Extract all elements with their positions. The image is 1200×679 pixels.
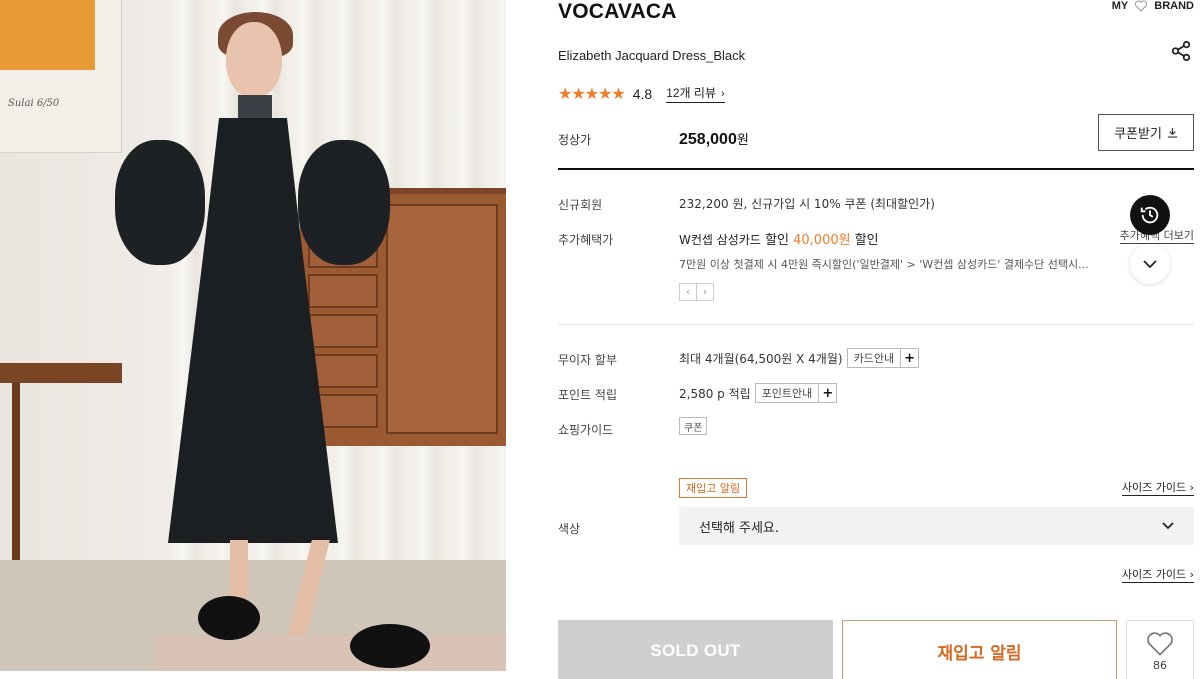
restock-alert-tag: 재입고 알림 xyxy=(679,478,748,498)
prev-arrow-icon[interactable]: ‹ xyxy=(679,283,697,301)
price-value: 258,000원 xyxy=(679,131,749,148)
download-icon xyxy=(1167,127,1178,138)
point-value: 2,580 p 적립 xyxy=(679,386,751,401)
new-member-value: 232,200 원, 신규가입 시 10% 쿠폰 (최대할인가) xyxy=(679,197,935,211)
new-member-label: 신규회원 xyxy=(558,198,603,212)
coupon-download-button[interactable]: 쿠폰받기 xyxy=(1098,114,1194,151)
star-rating-icon: ★★★★★ xyxy=(558,84,626,103)
plus-icon: + xyxy=(818,384,836,402)
rating-row: ★★★★★ 4.8 12개 리뷰 › xyxy=(558,84,725,103)
benefit-description: 7만원 이상 첫결제 시 4만원 즉시할인('일반결제' > 'W컨셉 삼성카드… xyxy=(679,258,1089,271)
size-guide-link[interactable]: 사이즈 가이드 › xyxy=(1121,479,1194,496)
shopping-guide-label: 쇼핑가이드 xyxy=(558,423,614,437)
sold-out-button[interactable]: SOLD OUT xyxy=(558,620,833,679)
color-select-value: 선택해 주세요. xyxy=(699,520,780,536)
review-count: 12개 리뷰 xyxy=(666,86,716,100)
heart-outline-icon xyxy=(1135,0,1148,12)
scroll-down-button[interactable] xyxy=(1130,244,1170,284)
share-icon[interactable] xyxy=(1170,40,1192,62)
divider xyxy=(558,168,1194,170)
card-guide-button[interactable]: 카드안내 + xyxy=(846,348,920,368)
extra-benefit-value: W컨셉 삼성카드 할인 40,000원 할인 xyxy=(679,233,879,248)
my-brand-link[interactable]: MY BRAND xyxy=(1112,0,1194,12)
point-row: 2,580 p 적립 포인트안내 + xyxy=(679,383,838,403)
review-link[interactable]: 12개 리뷰 › xyxy=(666,84,725,103)
chevron-down-icon xyxy=(1143,260,1157,269)
extra-benefit-label: 추가혜택가 xyxy=(558,233,614,247)
like-button[interactable]: 86 xyxy=(1126,620,1194,679)
brand-label: BRAND xyxy=(1154,0,1194,12)
plus-icon: + xyxy=(900,349,918,367)
brand-name[interactable]: VOCAVACA xyxy=(558,0,677,24)
wall-artwork: Sulai 6/50 xyxy=(0,0,122,153)
chevron-right-icon: › xyxy=(721,88,725,100)
recent-history-button[interactable] xyxy=(1130,195,1170,235)
next-arrow-icon[interactable]: › xyxy=(696,283,714,301)
installment-label: 무이자 할부 xyxy=(558,353,618,367)
my-label: MY xyxy=(1111,0,1129,12)
installment-value: 최대 4개월(64,500원 X 4개월) xyxy=(679,351,843,366)
restock-alert-button[interactable]: 재입고 알림 xyxy=(842,620,1117,679)
like-count: 86 xyxy=(1153,658,1167,672)
history-clock-icon xyxy=(1140,206,1159,224)
size-guide-link-2[interactable]: 사이즈 가이드 › xyxy=(1121,566,1194,583)
color-label: 색상 xyxy=(558,522,581,536)
coupon-tag[interactable]: 쿠폰 xyxy=(679,417,708,435)
color-select[interactable]: 선택해 주세요. xyxy=(679,507,1194,545)
product-image: Sulai 6/50 xyxy=(0,0,506,671)
divider xyxy=(558,324,1194,325)
rating-score: 4.8 xyxy=(632,85,653,102)
point-guide-button[interactable]: 포인트안내 + xyxy=(754,383,838,403)
point-label: 포인트 적립 xyxy=(558,388,618,402)
heart-icon xyxy=(1147,631,1173,656)
chevron-down-icon xyxy=(1162,522,1174,530)
product-name: Elizabeth Jacquard Dress_Black xyxy=(558,48,746,63)
installment-row: 최대 4개월(64,500원 X 4개월) 카드안내 + xyxy=(679,348,920,368)
benefit-pager: ‹ › xyxy=(679,283,714,301)
product-info-panel: VOCAVACA MY BRAND Elizabeth Jacquard Dre… xyxy=(558,0,1194,679)
price-label: 정상가 xyxy=(558,133,592,147)
side-table xyxy=(0,363,122,383)
